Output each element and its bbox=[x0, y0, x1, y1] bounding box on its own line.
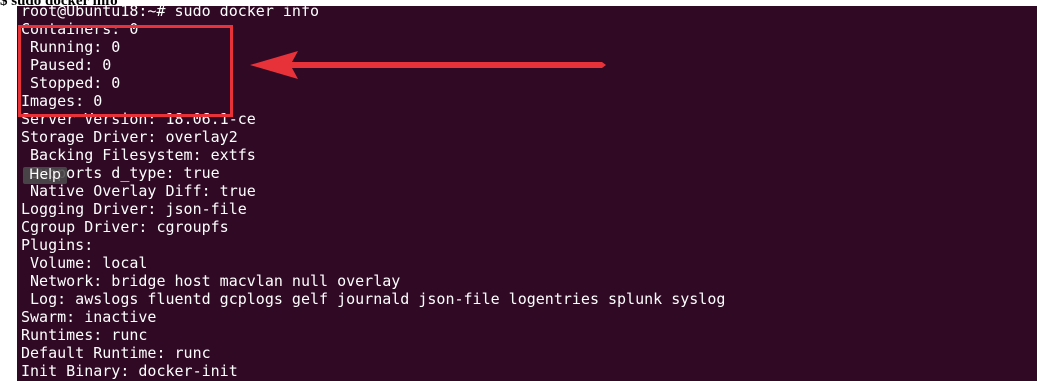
terminal-line-default-runtime: Default Runtime: runc bbox=[21, 344, 211, 362]
terminal-line-backing-filesystem: Backing Filesystem: extfs bbox=[21, 146, 256, 164]
highlight-box bbox=[18, 25, 233, 117]
help-tooltip: Help bbox=[23, 167, 67, 184]
terminal-line-runtimes: Runtimes: runc bbox=[21, 326, 148, 344]
terminal-line-native-overlay: Native Overlay Diff: true bbox=[21, 182, 256, 200]
terminal-line-swarm: Swarm: inactive bbox=[21, 308, 157, 326]
red-arrow-left-icon bbox=[250, 51, 606, 79]
terminal-line-logging-driver: Logging Driver: json-file bbox=[21, 200, 247, 218]
terminal-line-network: Network: bridge host macvlan null overla… bbox=[21, 272, 401, 290]
terminal-line-volume: Volume: local bbox=[21, 254, 148, 272]
terminal-line-cgroup-driver: Cgroup Driver: cgroupfs bbox=[21, 218, 229, 236]
terminal-line-prompt: root@Ubuntu18:~# sudo docker info bbox=[21, 6, 320, 20]
terminal-line-init-binary: Init Binary: docker-init bbox=[21, 362, 238, 380]
terminal-line-plugins: Plugins: bbox=[21, 236, 94, 254]
terminal-line-log: Log: awslogs fluentd gcplogs gelf journa… bbox=[21, 290, 726, 308]
terminal-line-storage-driver: Storage Driver: overlay2 bbox=[21, 128, 238, 146]
